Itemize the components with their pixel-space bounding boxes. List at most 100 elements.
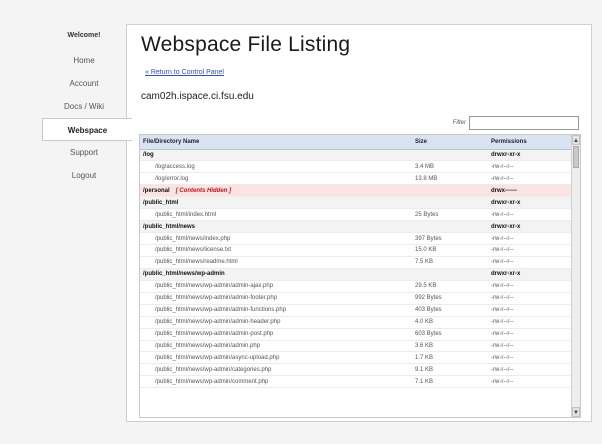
file-row[interactable]: /public_html/news/wp-admin/categories.ph… [140,363,572,377]
file-row[interactable]: /public_html/news/wp-admin/comment.php 7.… [140,375,572,389]
file-row[interactable]: /public_html/news/readme.html 7.5 KB -rw-r… [140,256,572,269]
row-permissions-cell: -rw-r--r-- [488,375,572,389]
file-row[interactable]: /public_html/news/license.txt 15.0 KB -rw-… [140,244,572,257]
row-size-cell [412,196,488,210]
nav-item-home[interactable]: Home [42,49,126,72]
row-permissions-cell: drwxr-xr-x [488,196,572,210]
row-size-cell: 13.8 MB [412,172,488,186]
row-permissions-cell: -rw-r--r-- [488,232,572,245]
row-name-cell: /public_html/news/wp-admin [140,268,412,281]
row-size-cell [412,149,488,162]
vertical-scrollbar[interactable]: ▲ ▼ [571,135,580,417]
file-name[interactable]: /log/access.log [155,164,195,170]
row-name-cell: /public_html/news/wp-admin/categories.ph… [140,363,412,377]
contents-hidden-note: [ Contents Hidden ] [175,187,232,194]
filter-input[interactable] [469,116,579,130]
file-row[interactable]: /public_html/news/wp-admin/admin-ajax.ph… [140,280,572,293]
row-size-cell: 397 Bytes [412,232,488,245]
row-size-cell [412,268,488,281]
scroll-up-icon[interactable]: ▲ [572,135,580,145]
file-name[interactable]: /public_html/index.html [155,212,216,218]
file-name[interactable]: /public_html/news/wp-admin/admin-header.… [155,319,280,325]
file-name[interactable]: /public_html/news/wp-admin/admin.php [155,343,260,349]
directory-row[interactable]: /public_html/news/wp-admin drwxr-xr-x [140,268,572,281]
column-header-name[interactable]: File/Directory Name [140,135,412,150]
row-permissions-cell: drwxr-xr-x [488,220,572,234]
nav-item-webspace[interactable]: Webspace [42,118,132,141]
scroll-down-icon[interactable]: ▼ [572,407,580,417]
column-header-permissions[interactable]: Permissions [488,135,572,150]
row-size-cell: 403 Bytes [412,304,488,317]
directory-row[interactable]: /log drwxr-xr-x [140,149,572,162]
file-row[interactable]: /public_html/news/index.php 397 Bytes -rw-… [140,232,572,245]
row-permissions-cell: -rw-r--r-- [488,160,572,174]
row-size-cell: 7.5 KB [412,256,488,269]
directory-name[interactable]: /public_html/news/wp-admin [143,271,225,277]
row-name-cell: /log [140,149,412,162]
file-row[interactable]: /public_html/news/wp-admin/async-upload.… [140,351,572,365]
row-size-cell: 15.0 KB [412,244,488,257]
directory-name[interactable]: /public_html [143,200,178,206]
row-size-cell: 9.1 KB [412,363,488,377]
row-permissions-cell: -rw-r--r-- [488,340,572,353]
row-name-cell: /public_html/news/wp-admin/async-upload.… [140,351,412,365]
row-size-cell: 3.6 KB [412,340,488,353]
row-name-cell: /public_html [140,196,412,210]
directory-name[interactable]: /public_html/news [143,224,195,230]
row-size-cell: 603 Bytes [412,328,488,341]
main-panel: Webspace File Listing « Return to Contro… [126,24,592,422]
file-name[interactable]: /public_html/news/wp-admin/admin-ajax.ph… [155,283,273,289]
nav-item-logout[interactable]: Logout [42,164,126,187]
file-name[interactable]: /public_html/news/wp-admin/admin-post.ph… [155,331,273,337]
file-row[interactable]: /public_html/news/wp-admin/admin-post.ph… [140,328,572,341]
file-name[interactable]: /public_html/news/wp-admin/admin-functio… [155,307,286,313]
file-row[interactable]: /public_html/index.html 25 Bytes -rw-r--r-… [140,208,572,222]
row-size-cell: 4.0 KB [412,316,488,329]
directory-name[interactable]: /log [143,152,154,158]
file-row[interactable]: /public_html/news/wp-admin/admin-header.… [140,316,572,329]
scroll-thumb[interactable] [573,146,579,168]
file-row[interactable]: /public_html/news/wp-admin/admin-functio… [140,304,572,317]
file-name[interactable]: /log/error.log [155,176,188,182]
row-permissions-cell: drwxr-xr-x [488,149,572,162]
return-to-control-panel-link[interactable]: « Return to Control Panel [145,69,224,76]
row-permissions-cell: -rw-r--r-- [488,280,572,293]
file-row[interactable]: /public_html/news/wp-admin/admin.php 3.6 … [140,340,572,353]
filter-label: Filter [452,120,466,126]
left-nav: Welcome! Home Account Docs / Wiki Webspa… [42,28,132,187]
row-size-cell: 7.1 KB [412,375,488,389]
row-size-cell [412,220,488,234]
directory-row[interactable]: /public_html/news drwxr-xr-x [140,220,572,234]
row-size-cell [412,184,488,198]
row-permissions-cell: -rw-r--r-- [488,316,572,329]
file-name[interactable]: /public_html/news/wp-admin/async-upload.… [155,355,279,361]
nav-item-docs-wiki[interactable]: Docs / Wiki [42,95,126,118]
file-name[interactable]: /public_html/news/index.php [155,236,230,242]
row-name-cell: /public_html/news/wp-admin/admin.php [140,340,412,353]
row-size-cell: 25 Bytes [412,208,488,222]
file-name[interactable]: /public_html/news/wp-admin/categories.ph… [155,367,271,373]
filter-bar: Filter [453,116,579,130]
file-name[interactable]: /public_html/news/wp-admin/comment.php [155,379,268,385]
file-row[interactable]: /log/access.log 3.4 MB -rw-r--r-- [140,160,572,174]
row-permissions-cell: -rw-r--r-- [488,292,572,305]
row-permissions-cell: -rw-r--r-- [488,256,572,269]
file-listing: File/Directory Name Size Permissions /lo… [139,134,581,418]
row-permissions-cell: -rw-r--r-- [488,328,572,341]
row-name-cell: /public_html/news/wp-admin/comment.php [140,375,412,389]
row-size-cell: 1.7 KB [412,351,488,365]
directory-row[interactable]: /public_html drwxr-xr-x [140,196,572,210]
row-permissions-cell: drwx------ [488,184,572,198]
file-name[interactable]: /public_html/news/readme.html [155,259,238,265]
directory-name[interactable]: /personal [143,188,170,194]
host-name: cam02h.ispace.ci.fsu.edu [141,91,254,102]
directory-row[interactable]: /personal [ Contents Hidden ] drwx------ [140,184,572,198]
row-size-cell: 3.4 MB [412,160,488,174]
file-name[interactable]: /public_html/news/wp-admin/admin-footer.… [155,295,277,301]
file-row[interactable]: /log/error.log 13.8 MB -rw-r--r-- [140,172,572,186]
nav-item-support[interactable]: Support [42,141,126,164]
column-header-size[interactable]: Size [412,135,488,150]
nav-item-account[interactable]: Account [42,72,126,95]
file-row[interactable]: /public_html/news/wp-admin/admin-footer.… [140,292,572,305]
file-name[interactable]: /public_html/news/license.txt [155,247,231,253]
